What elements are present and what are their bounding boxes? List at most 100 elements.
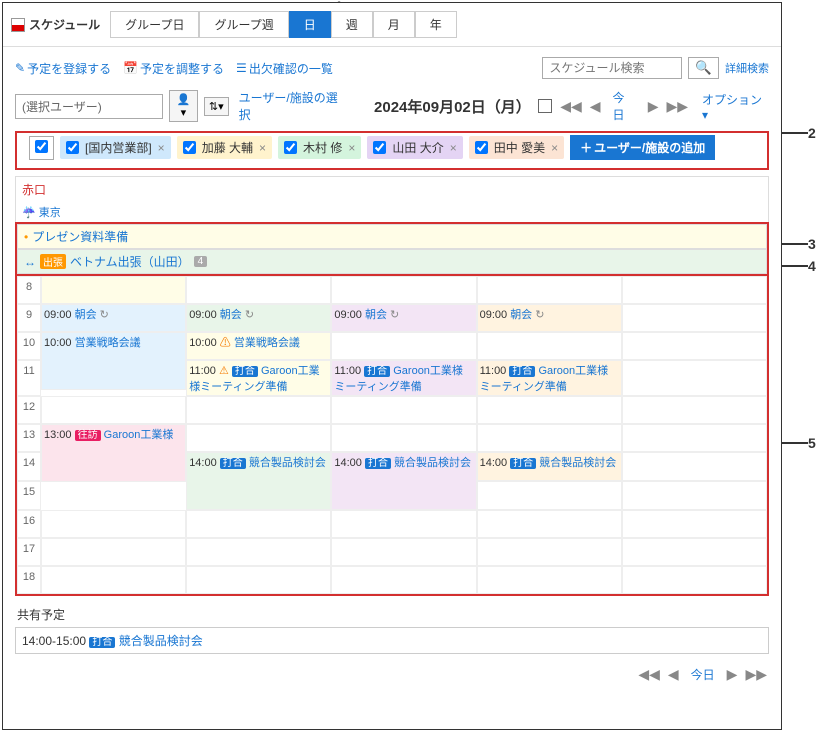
- add-user-button[interactable]: ＋ ユーザー/施設の追加: [570, 135, 715, 160]
- event-9-3[interactable]: 09:00 朝会 ↻: [331, 304, 476, 332]
- event-14-4[interactable]: 14:00 打合 競合製品検討会: [477, 452, 622, 481]
- tab-year[interactable]: 年: [415, 11, 457, 38]
- chip-department[interactable]: [国内営業部] ×: [60, 136, 171, 159]
- cell-10-4[interactable]: [477, 332, 622, 360]
- cell-13-4[interactable]: [477, 424, 622, 452]
- detail-search-link[interactable]: 詳細検索: [725, 60, 769, 76]
- nav-next[interactable]: ▶: [646, 98, 661, 115]
- attendance-link[interactable]: ☰ 出欠確認の一覧: [236, 60, 333, 77]
- sort-button[interactable]: ⇅▾: [204, 97, 229, 116]
- action-row: ✎ 予定を登録する 📅 予定を調整する ☰ 出欠確認の一覧 🔍 詳細検索: [3, 47, 781, 85]
- tab-group-day[interactable]: グループ日: [110, 11, 199, 38]
- bottom-nav-next[interactable]: ▶: [725, 666, 740, 683]
- cell-8-5[interactable]: [622, 276, 767, 304]
- bottom-nav-last[interactable]: ▶▶: [743, 666, 769, 683]
- tab-week[interactable]: 週: [331, 11, 373, 38]
- cell-16-1[interactable]: [41, 510, 186, 538]
- cell-8-4[interactable]: [477, 276, 622, 304]
- adjust-link[interactable]: 📅 予定を調整する: [123, 60, 224, 77]
- cell-9-5[interactable]: [622, 304, 767, 332]
- chip-u3-close[interactable]: ×: [450, 141, 457, 155]
- cell-13-5[interactable]: [622, 424, 767, 452]
- cell-12-1[interactable]: [41, 396, 186, 424]
- cell-18-5[interactable]: [622, 566, 767, 594]
- chip-u4-close[interactable]: ×: [551, 141, 558, 155]
- chip-user-1[interactable]: 加藤 大輔 ×: [177, 136, 272, 159]
- cell-16-4[interactable]: [477, 510, 622, 538]
- event-9-1[interactable]: 09:00 朝会 ↻: [41, 304, 186, 332]
- chip-u3-check[interactable]: [373, 141, 386, 154]
- chip-u1-check[interactable]: [183, 141, 196, 154]
- search-input[interactable]: [542, 57, 682, 79]
- user-select[interactable]: (選択ユーザー): [15, 94, 163, 119]
- tab-day[interactable]: 日: [289, 11, 331, 38]
- cell-12-4[interactable]: [477, 396, 622, 424]
- cell-12-3[interactable]: [331, 396, 476, 424]
- bottom-nav-first[interactable]: ◀◀: [636, 666, 662, 683]
- cell-15-4[interactable]: [477, 481, 622, 510]
- bottom-today-link[interactable]: 今日: [685, 666, 721, 683]
- chip-dept-close[interactable]: ×: [158, 141, 165, 155]
- shared-event-1[interactable]: 14:00-15:00 打合 競合製品検討会: [15, 627, 769, 654]
- cell-8-2[interactable]: [186, 276, 331, 304]
- cell-16-2[interactable]: [186, 510, 331, 538]
- cell-18-3[interactable]: [331, 566, 476, 594]
- cell-18-2[interactable]: [186, 566, 331, 594]
- chip-u2-close[interactable]: ×: [348, 141, 355, 155]
- cell-17-2[interactable]: [186, 538, 331, 566]
- chip-dept-check[interactable]: [66, 141, 79, 154]
- option-link[interactable]: オプション ▾: [702, 91, 769, 122]
- chip-u4-check[interactable]: [475, 141, 488, 154]
- event-10-2[interactable]: 10:00 ⚠ 営業戦略会議: [186, 332, 331, 360]
- user-facility-link[interactable]: ユーザー/施設の選択: [239, 89, 348, 123]
- tab-month[interactable]: 月: [373, 11, 415, 38]
- event-11-2[interactable]: 11:00 ⚠ 打合 Garoon工業様ミーティング準備: [186, 360, 331, 396]
- cell-17-3[interactable]: [331, 538, 476, 566]
- cell-10-5[interactable]: [622, 332, 767, 360]
- chip-user-3[interactable]: 山田 大介 ×: [367, 136, 462, 159]
- event-14-3[interactable]: 14:00 打合 競合製品検討会: [331, 452, 476, 510]
- event-14-2[interactable]: 14:00 打合 競合製品検討会: [186, 452, 331, 510]
- event-10-1[interactable]: 10:00 営業戦略会議: [41, 332, 186, 390]
- event-9-4[interactable]: 09:00 朝会 ↻: [477, 304, 622, 332]
- user-dropdown-button[interactable]: 👤▾: [169, 90, 198, 122]
- event-11-3[interactable]: 11:00 打合 Garoon工業様ミーティング準備: [331, 360, 476, 396]
- allday-event-1[interactable]: • プレゼン資料準備: [17, 224, 767, 249]
- chip-user-2[interactable]: 木村 修 ×: [278, 136, 361, 159]
- cell-17-1[interactable]: [41, 538, 186, 566]
- cell-15-5[interactable]: [622, 481, 767, 510]
- warning-icon: ⚠: [220, 337, 231, 349]
- nav-first[interactable]: ◀◀: [558, 98, 584, 115]
- all-checkbox[interactable]: [29, 136, 54, 160]
- tab-group-week[interactable]: グループ週: [199, 11, 288, 38]
- nav-prev[interactable]: ◀: [588, 98, 603, 115]
- cell-8-3[interactable]: [331, 276, 476, 304]
- register-link[interactable]: ✎ 予定を登録する: [15, 60, 111, 77]
- cell-16-5[interactable]: [622, 510, 767, 538]
- search-button[interactable]: 🔍: [688, 57, 719, 79]
- cell-8-1[interactable]: [41, 276, 186, 304]
- event-13-1[interactable]: 13:00 往訪 Garoon工業様: [41, 424, 186, 482]
- cell-13-3[interactable]: [331, 424, 476, 452]
- chip-user-4[interactable]: 田中 愛美 ×: [469, 136, 564, 159]
- chip-u2-check[interactable]: [284, 141, 297, 154]
- cell-18-4[interactable]: [477, 566, 622, 594]
- cell-12-5[interactable]: [622, 396, 767, 424]
- today-link[interactable]: 今日: [607, 89, 642, 123]
- cell-10-3[interactable]: [331, 332, 476, 360]
- cell-11-5[interactable]: [622, 360, 767, 396]
- event-9-2[interactable]: 09:00 朝会 ↻: [186, 304, 331, 332]
- nav-last[interactable]: ▶▶: [665, 98, 691, 115]
- chip-u1-close[interactable]: ×: [259, 141, 266, 155]
- bottom-nav-prev[interactable]: ◀: [666, 666, 681, 683]
- cell-14-5[interactable]: [622, 452, 767, 481]
- cell-16-3[interactable]: [331, 510, 476, 538]
- cell-17-4[interactable]: [477, 538, 622, 566]
- event-11-4[interactable]: 11:00 打合 Garoon工業様ミーティング準備: [477, 360, 622, 396]
- cell-13-2[interactable]: [186, 424, 331, 452]
- cell-17-5[interactable]: [622, 538, 767, 566]
- date-picker-icon[interactable]: [538, 99, 552, 113]
- cell-18-1[interactable]: [41, 566, 186, 594]
- cell-12-2[interactable]: [186, 396, 331, 424]
- allday-event-2[interactable]: ↔ 出張 ベトナム出張（山田） 4: [17, 249, 767, 274]
